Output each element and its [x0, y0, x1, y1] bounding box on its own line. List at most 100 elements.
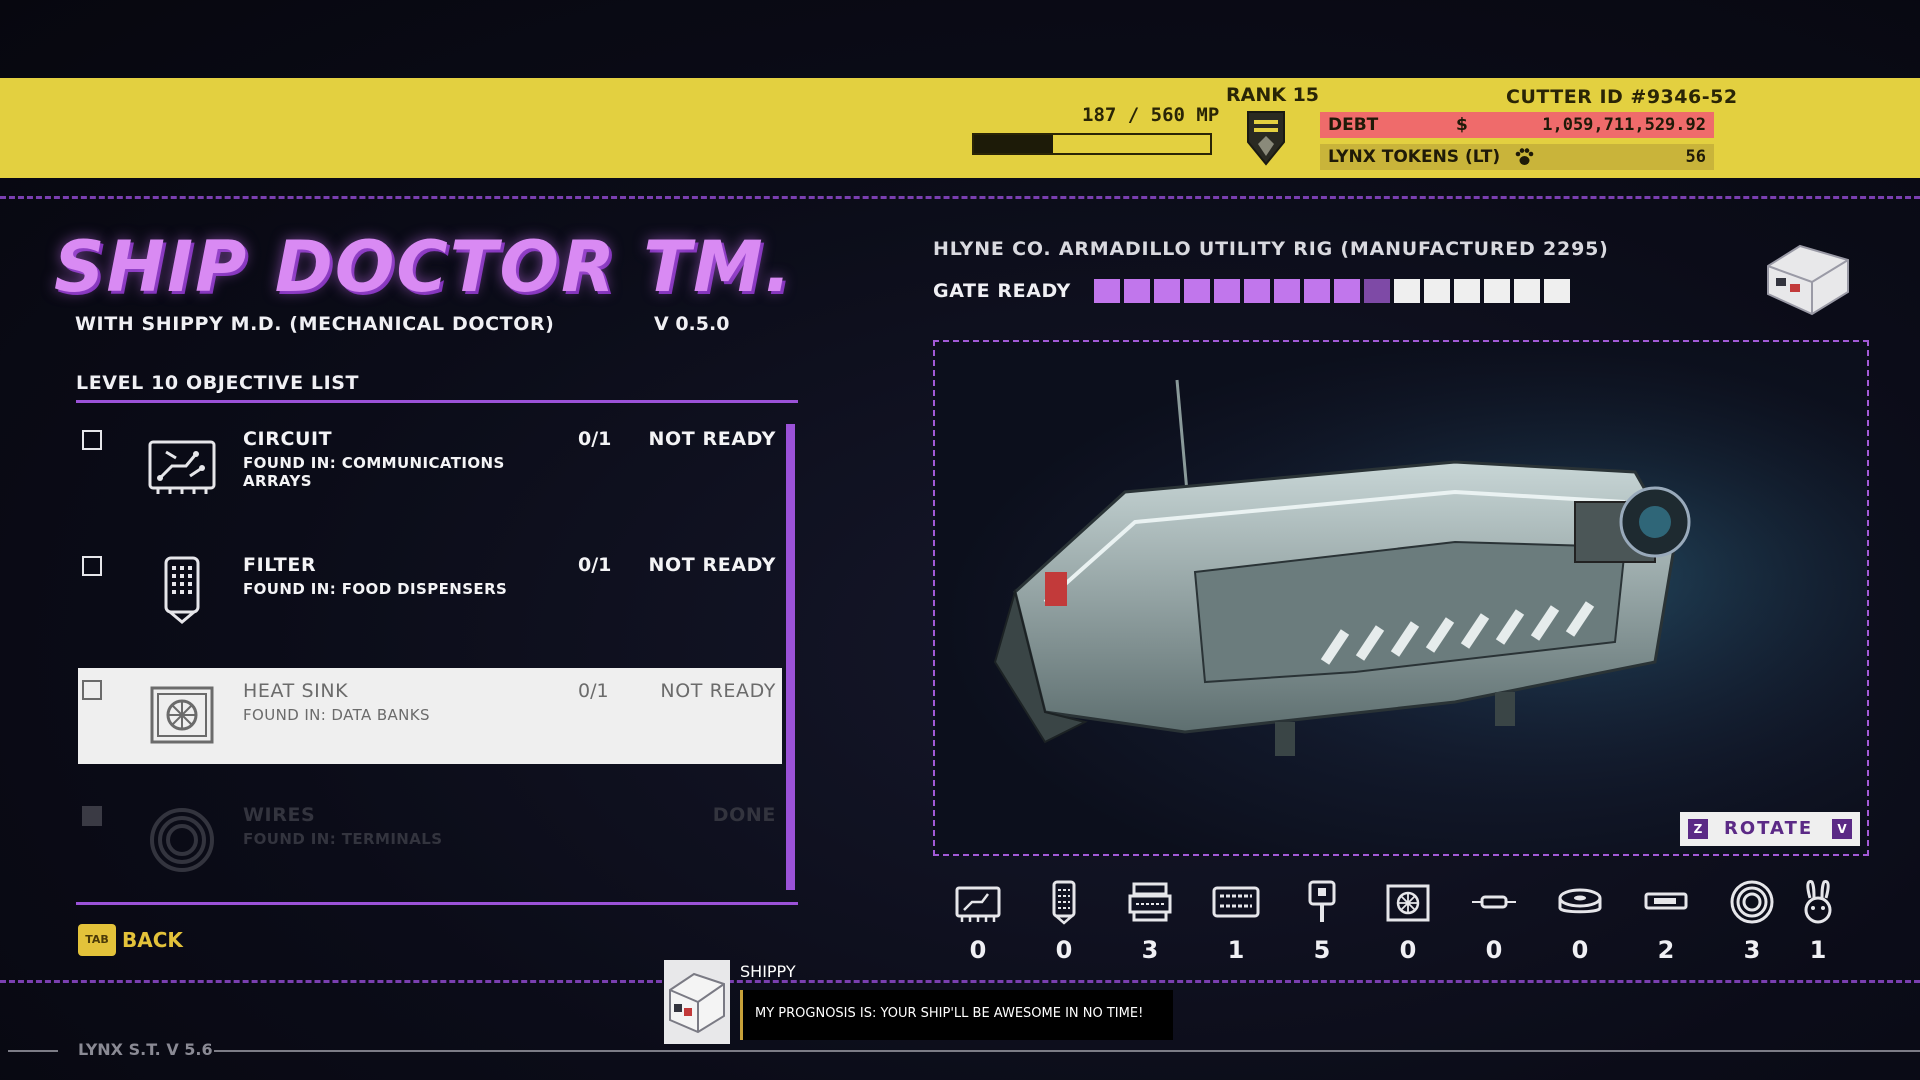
inventory-slot-wires[interactable]: 3	[1722, 878, 1782, 964]
objective-checkbox[interactable]	[82, 556, 102, 576]
objective-list-top-rule	[76, 400, 798, 403]
objective-item-heat-sink[interactable]: HEAT SINK FOUND IN: DATA BANKS 0/1 NOT R…	[78, 668, 782, 764]
valve-icon	[1308, 880, 1336, 922]
objective-item-wires[interactable]: WIRES FOUND IN: TERMINALS DONE	[78, 804, 782, 900]
objective-status: NOT READY	[660, 680, 776, 702]
inventory-slot-connector[interactable]: 3	[1120, 878, 1180, 964]
inventory-count: 0	[1571, 936, 1589, 964]
fuse-icon	[1472, 895, 1516, 909]
memory-icon	[1212, 886, 1260, 918]
gate-segment-filled	[1274, 279, 1300, 303]
connector-icon	[1128, 882, 1172, 922]
dialog-text: MY PROGNOSIS IS: YOUR SHIP'LL BE AWESOME…	[755, 1006, 1144, 1021]
parts-inventory: 0 0 3 1 5 0 0 0 2 3 1	[948, 878, 1848, 968]
debt-row: DEBT $ 1,059,711,529.92	[1320, 112, 1714, 138]
inventory-count: 1	[1227, 936, 1245, 964]
objective-list-heading: LEVEL 10 OBJECTIVE LIST	[76, 372, 360, 394]
top-divider	[0, 196, 1920, 199]
paw-icon	[1515, 148, 1534, 165]
rotate-right-key[interactable]: V	[1832, 819, 1852, 839]
inventory-slot-tape[interactable]: 0	[1550, 878, 1610, 964]
objective-found-in: FOUND IN: TERMINALS	[243, 830, 443, 848]
circuit-icon	[148, 440, 216, 494]
gate-segment-filled	[1124, 279, 1150, 303]
objective-name: CIRCUIT	[243, 428, 333, 450]
cutter-id: CUTTER ID #9346-52	[1506, 86, 1738, 108]
ship-3d-viewer[interactable]	[933, 340, 1869, 856]
dollar-sign: $	[1456, 115, 1468, 135]
inventory-count: 1	[1809, 936, 1827, 964]
app-subtitle: WITH SHIPPY M.D. (MECHANICAL DOCTOR)	[75, 313, 555, 335]
inventory-count: 0	[1399, 936, 1417, 964]
gate-segment-filled	[1304, 279, 1330, 303]
inventory-slot-bunny[interactable]: 1	[1788, 878, 1848, 964]
objective-item-filter[interactable]: FILTER FOUND IN: FOOD DISPENSERS 0/1 NOT…	[78, 554, 782, 650]
inventory-slot-battery[interactable]: 2	[1636, 878, 1696, 964]
gate-segment-filled	[1334, 279, 1360, 303]
filter-icon	[1052, 880, 1076, 925]
gate-segment-filled	[1244, 279, 1270, 303]
gate-segment-empty	[1544, 279, 1570, 303]
inventory-count: 3	[1141, 936, 1159, 964]
objective-found-in: FOUND IN: FOOD DISPENSERS	[243, 580, 508, 598]
objective-found-in: FOUND IN: DATA BANKS	[243, 706, 430, 724]
rank-label: RANK 15	[1226, 84, 1320, 106]
back-button[interactable]: BACK	[122, 928, 183, 952]
inventory-count: 3	[1743, 936, 1761, 964]
filter-icon	[164, 556, 200, 624]
wires-icon	[150, 808, 214, 872]
tape-icon	[1558, 888, 1602, 914]
back-key-badge[interactable]: TAB	[78, 924, 116, 956]
objective-count: 0/1	[578, 680, 609, 702]
app-version: V 0.5.0	[654, 313, 730, 335]
objective-item-circuit[interactable]: CIRCUIT FOUND IN: COMMUNICATIONS ARRAYS …	[78, 428, 782, 524]
debt-label: DEBT	[1328, 115, 1379, 135]
objective-list-bottom-rule	[76, 902, 798, 905]
tokens-row: LYNX TOKENS (LT) 56	[1320, 144, 1714, 170]
gate-ready-label: GATE READY	[933, 280, 1071, 302]
objective-checkbox[interactable]	[82, 680, 102, 700]
dialog-bubble: MY PROGNOSIS IS: YOUR SHIP'LL BE AWESOME…	[740, 990, 1173, 1040]
gate-segment-filled	[1094, 279, 1120, 303]
inventory-slot-circuit[interactable]: 0	[948, 878, 1008, 964]
objective-name: FILTER	[243, 554, 317, 576]
gate-segment-empty	[1454, 279, 1480, 303]
debt-value: 1,059,711,529.92	[1542, 115, 1706, 135]
gate-segment-empty	[1514, 279, 1540, 303]
footer-version: LYNX S.T. V 5.6	[78, 1040, 213, 1059]
dialog-speaker: SHIPPY	[740, 962, 796, 981]
objective-list-scrollbar[interactable]	[786, 424, 795, 890]
inventory-slot-heat-sink[interactable]: 0	[1378, 878, 1438, 964]
ship-model-image	[935, 342, 1867, 854]
tokens-value: 56	[1685, 147, 1706, 167]
gate-segment-empty	[1424, 279, 1450, 303]
gate-segment-filled	[1184, 279, 1210, 303]
objective-status: DONE	[712, 804, 776, 826]
wires-icon	[1730, 880, 1774, 924]
rotate-label: ROTATE	[1724, 818, 1814, 839]
objective-checkbox[interactable]	[82, 806, 102, 826]
objective-name: HEAT SINK	[243, 680, 349, 702]
tokens-label: LYNX TOKENS (LT)	[1328, 147, 1501, 167]
objective-checkbox[interactable]	[82, 430, 102, 450]
gate-segment-filled	[1214, 279, 1240, 303]
gate-segment-empty	[1484, 279, 1510, 303]
footer-rule-right	[214, 1050, 1920, 1052]
inventory-slot-filter[interactable]: 0	[1034, 878, 1094, 964]
inventory-slot-memory[interactable]: 1	[1206, 878, 1266, 964]
shippy-avatar	[664, 960, 730, 1044]
objective-count: 0/1	[578, 428, 612, 450]
heat-sink-icon	[1386, 884, 1430, 922]
objective-found-in: FOUND IN: COMMUNICATIONS ARRAYS	[243, 454, 505, 490]
inventory-count: 0	[969, 936, 987, 964]
gate-segment-filled	[1154, 279, 1180, 303]
inventory-slot-fuse[interactable]: 0	[1464, 878, 1524, 964]
rotate-left-key[interactable]: Z	[1688, 819, 1708, 839]
rotate-control[interactable]: Z ROTATE V	[1680, 812, 1860, 846]
circuit-icon	[955, 886, 1001, 922]
battery-icon	[1644, 892, 1688, 910]
inventory-slot-valve[interactable]: 5	[1292, 878, 1352, 964]
footer-rule-left	[8, 1050, 58, 1052]
mp-progress-fill	[974, 135, 1053, 153]
objective-count: 0/1	[578, 554, 612, 576]
